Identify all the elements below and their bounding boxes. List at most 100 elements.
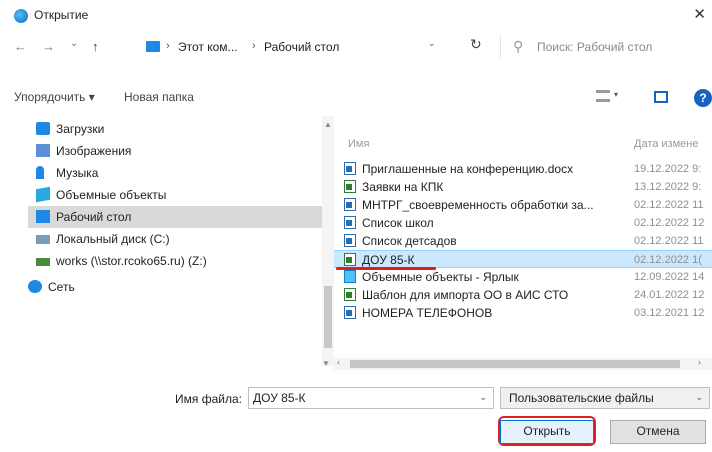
file-row[interactable]: Заявки на КПК 13.12.2022 9: bbox=[334, 178, 712, 196]
refresh-icon[interactable]: ↻ bbox=[470, 36, 482, 53]
nav-item-label: Сеть bbox=[48, 280, 75, 294]
nav-item-label: Объемные объекты bbox=[56, 188, 167, 202]
file-row[interactable]: Приглашенные на конференцию.docx 19.12.2… bbox=[334, 160, 712, 178]
nav-scrollbar[interactable]: ▲ bbox=[322, 116, 334, 366]
file-row[interactable]: Объемные объекты - Ярлык 12.09.2022 14 bbox=[334, 268, 712, 286]
nav-item-network-drive[interactable]: works (\\stor.rcoko65.ru) (Z:) bbox=[36, 250, 334, 272]
scroll-down-icon[interactable]: ▼ bbox=[322, 359, 330, 368]
nav-item-label: Загрузки bbox=[56, 122, 105, 136]
nav-item-label: works (\\stor.rcoko65.ru) (Z:) bbox=[56, 254, 207, 268]
breadcrumb-separator: › bbox=[252, 40, 256, 52]
search-input[interactable]: ⚲ Поиск: Рабочий стол bbox=[500, 35, 710, 59]
nav-item-label: Локальный диск (C:) bbox=[56, 232, 170, 246]
scroll-up-icon[interactable]: ▲ bbox=[324, 120, 332, 129]
word-document-icon bbox=[344, 162, 356, 175]
up-button[interactable]: ↑ bbox=[92, 39, 99, 54]
file-date: 19.12.2022 9: bbox=[634, 163, 702, 175]
drive-icon bbox=[36, 235, 50, 244]
excel-document-icon bbox=[344, 253, 356, 266]
preview-pane-icon[interactable] bbox=[654, 91, 668, 103]
breadcrumb[interactable]: › Этот ком... › Рабочий стол bbox=[126, 36, 392, 58]
nav-item-music[interactable]: Музыка bbox=[36, 162, 334, 184]
word-document-icon bbox=[344, 234, 356, 247]
breadcrumb-this-pc[interactable]: Этот ком... bbox=[178, 40, 238, 54]
file-name: Шаблон для импорта ОО в АИС СТО bbox=[362, 288, 569, 302]
pictures-icon bbox=[36, 144, 50, 157]
word-document-icon bbox=[344, 306, 356, 319]
filename-input[interactable]: ДОУ 85-К ⌄ bbox=[248, 387, 494, 409]
address-bar: ← → ⌄ ↑ › Этот ком... › Рабочий стол ⌄ ↻… bbox=[0, 30, 712, 64]
filetype-value: Пользовательские файлы bbox=[509, 391, 654, 405]
word-document-icon bbox=[344, 198, 356, 211]
file-name: Заявки на КПК bbox=[362, 180, 444, 194]
app-icon bbox=[14, 9, 28, 23]
navigation-pane: Загрузки Изображения Музыка Объемные объ… bbox=[14, 116, 334, 366]
file-row[interactable]: Список детсадов 02.12.2022 11 bbox=[334, 232, 712, 250]
network-icon bbox=[28, 280, 42, 293]
file-date: 13.12.2022 9: bbox=[634, 181, 702, 193]
filename-value: ДОУ 85-К bbox=[253, 391, 306, 405]
close-button[interactable]: ✕ bbox=[693, 5, 706, 23]
scroll-right-icon[interactable]: › bbox=[698, 357, 701, 367]
filetype-select[interactable]: Пользовательские файлы ⌄ bbox=[500, 387, 710, 409]
chevron-down-icon[interactable]: ⌄ bbox=[479, 392, 487, 403]
file-name: Приглашенные на конференцию.docx bbox=[362, 162, 574, 176]
nav-item-local-disk[interactable]: Локальный диск (C:) bbox=[36, 228, 334, 250]
file-date: 03.12.2021 12 bbox=[634, 307, 705, 319]
file-row[interactable]: Шаблон для импорта ОО в АИС СТО 24.01.20… bbox=[334, 286, 712, 304]
nav-item-pictures[interactable]: Изображения bbox=[36, 140, 334, 162]
file-name: НОМЕРА ТЕЛЕФОНОВ bbox=[362, 306, 493, 320]
back-button[interactable]: ← bbox=[14, 39, 27, 54]
column-header-name[interactable]: Имя bbox=[348, 138, 369, 150]
file-name: Список школ bbox=[362, 216, 434, 230]
chevron-down-icon: ⌄ bbox=[695, 392, 703, 402]
organize-button[interactable]: Упорядочить ▾ bbox=[14, 90, 95, 104]
file-row[interactable]: МНТРГ_своевременность обработки за... 02… bbox=[334, 196, 712, 214]
horizontal-scroll-thumb[interactable] bbox=[350, 360, 680, 368]
file-name: МНТРГ_своевременность обработки за... bbox=[362, 198, 594, 212]
nav-item-3d-objects[interactable]: Объемные объекты bbox=[36, 184, 334, 206]
word-document-icon bbox=[344, 216, 356, 229]
shortcut-icon bbox=[344, 270, 356, 283]
red-underline-annotation bbox=[336, 267, 436, 270]
file-date: 02.12.2022 11 bbox=[634, 235, 704, 247]
view-options-icon[interactable] bbox=[596, 90, 610, 102]
nav-scroll-thumb[interactable] bbox=[324, 286, 332, 348]
horizontal-scrollbar[interactable]: ‹ › bbox=[334, 357, 712, 370]
recent-locations-button[interactable]: ⌄ bbox=[70, 38, 78, 49]
help-icon[interactable]: ? bbox=[694, 89, 712, 107]
file-row-selected[interactable]: ДОУ 85-К 02.12.2022 1( bbox=[334, 250, 712, 268]
nav-item-downloads[interactable]: Загрузки bbox=[36, 118, 334, 140]
title-bar: Открытие ✕ bbox=[0, 0, 712, 30]
download-icon bbox=[36, 122, 50, 135]
nav-item-network[interactable]: Сеть bbox=[28, 276, 328, 298]
file-row[interactable]: Список школ 02.12.2022 12 bbox=[334, 214, 712, 232]
file-date: 02.12.2022 11 bbox=[634, 199, 704, 211]
search-placeholder: Поиск: Рабочий стол bbox=[537, 40, 653, 54]
window-title: Открытие bbox=[34, 8, 89, 22]
file-row[interactable]: НОМЕРА ТЕЛЕФОНОВ 03.12.2021 12 bbox=[334, 304, 712, 322]
scroll-left-icon[interactable]: ‹ bbox=[337, 357, 340, 367]
column-header-date[interactable]: Дата измене bbox=[634, 138, 698, 150]
network-drive-icon bbox=[36, 258, 50, 266]
file-name: Объемные объекты - Ярлык bbox=[362, 270, 519, 284]
file-date: 24.01.2022 12 bbox=[634, 289, 705, 301]
nav-item-desktop[interactable]: Рабочий стол bbox=[28, 206, 334, 228]
command-bar: Упорядочить ▾ Новая папка ▾ ? bbox=[0, 86, 712, 112]
cancel-button[interactable]: Отмена bbox=[610, 420, 706, 444]
excel-document-icon bbox=[344, 288, 356, 301]
forward-button[interactable]: → bbox=[42, 39, 55, 54]
3d-objects-icon bbox=[36, 186, 50, 203]
nav-item-label: Музыка bbox=[56, 166, 99, 180]
file-date: 12.09.2022 14 bbox=[634, 271, 705, 283]
view-dropdown-icon[interactable]: ▾ bbox=[614, 90, 618, 99]
computer-icon bbox=[146, 41, 160, 52]
address-dropdown-icon[interactable]: ⌄ bbox=[428, 38, 436, 49]
filename-label: Имя файла: bbox=[175, 392, 242, 406]
open-button[interactable]: Открыть bbox=[500, 420, 594, 444]
excel-document-icon bbox=[344, 180, 356, 193]
breadcrumb-desktop[interactable]: Рабочий стол bbox=[264, 40, 339, 54]
breadcrumb-separator: › bbox=[166, 40, 170, 52]
new-folder-button[interactable]: Новая папка bbox=[124, 90, 194, 104]
desktop-icon bbox=[36, 210, 50, 223]
